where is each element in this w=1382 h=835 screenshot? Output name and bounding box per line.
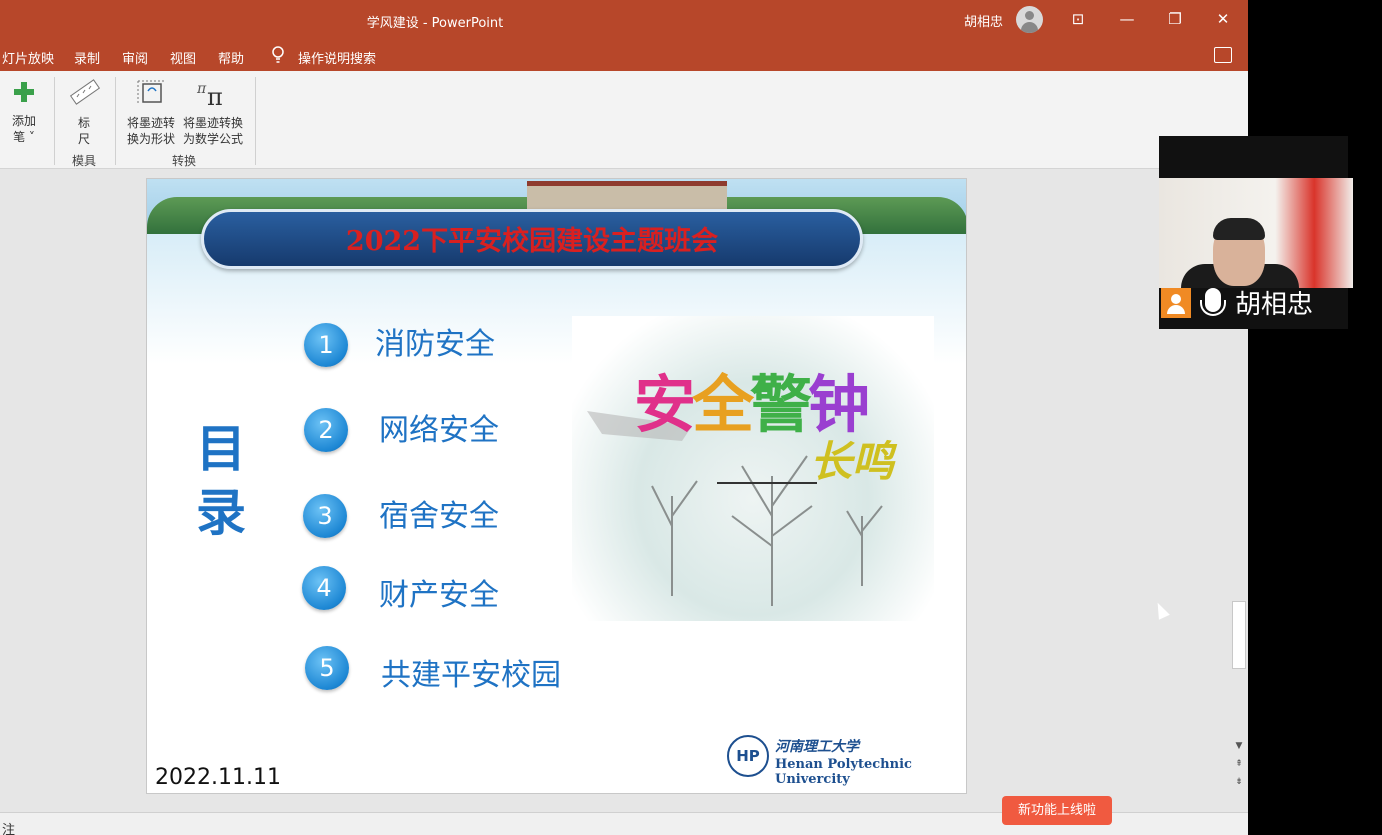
ink-to-math-label-1: 将墨迹转换 bbox=[182, 116, 243, 130]
notes-label[interactable]: 注 bbox=[2, 819, 15, 835]
slide-building bbox=[527, 181, 727, 211]
ribbon: 添加 笔 ˅ 标 尺 模具 将墨迹转 换为形状 π π 将墨迹转换 为数学公式 … bbox=[0, 71, 1248, 169]
slide-date: 2022.11.11 bbox=[155, 765, 281, 790]
ink-to-math-label-2: 为数学公式 bbox=[182, 132, 243, 146]
lightbulb-icon bbox=[272, 46, 284, 63]
toc-heading-char-2: 录 bbox=[196, 484, 246, 542]
ink-to-shape-label-2: 换为形状 bbox=[126, 132, 175, 146]
ink-to-shape-label-1: 将墨迹转 bbox=[126, 116, 175, 130]
toc-number-4: 4 bbox=[302, 566, 346, 610]
previous-slide-icon[interactable]: ⇞ bbox=[1232, 757, 1246, 771]
tab-help[interactable]: 帮助 bbox=[218, 48, 244, 67]
tab-review[interactable]: 审阅 bbox=[122, 48, 148, 67]
ink-to-shape-icon bbox=[137, 80, 164, 105]
university-name-cn: 河南理工大学 bbox=[775, 739, 859, 755]
maximize-button[interactable]: ❐ bbox=[1163, 8, 1187, 30]
toc-item-4: 财产安全 bbox=[379, 578, 499, 613]
ribbon-divider bbox=[115, 77, 116, 165]
ribbon-divider bbox=[255, 77, 256, 165]
host-badge-icon bbox=[1161, 288, 1191, 318]
participant-video[interactable]: 胡相忠 bbox=[1159, 136, 1353, 329]
account-avatar-icon[interactable] bbox=[1016, 6, 1043, 33]
add-pen-label-2: 笔 ˅ bbox=[13, 130, 35, 144]
ruler-label-1: 标 bbox=[77, 116, 90, 130]
illus-dash bbox=[717, 482, 817, 484]
university-logo-icon: HP bbox=[727, 735, 769, 777]
title-bar: 学风建设 - PowerPoint 胡相忠 ⊡ — ❐ ✕ bbox=[0, 0, 1248, 40]
new-feature-toast[interactable]: 新功能上线啦 bbox=[1002, 796, 1112, 825]
toc-item-3: 宿舍安全 bbox=[379, 499, 499, 534]
next-slide-icon[interactable]: ⇟ bbox=[1232, 775, 1246, 789]
safety-illustration: 安全警钟 长鸣 bbox=[572, 316, 934, 621]
svg-text:π: π bbox=[196, 81, 207, 97]
toc-item-2: 网络安全 bbox=[379, 413, 499, 448]
university-name-en: Henan Polytechnic Univercity bbox=[775, 757, 912, 787]
ribbon-display-options-icon[interactable]: ⊡ bbox=[1066, 8, 1090, 30]
svg-text:π: π bbox=[207, 83, 223, 109]
toc-number-1: 1 bbox=[304, 323, 348, 367]
ruler-icon bbox=[69, 79, 101, 105]
microphone-stand-icon bbox=[1200, 300, 1226, 316]
scrollbar-thumb[interactable] bbox=[1232, 601, 1246, 669]
ink-to-math-button[interactable]: π π 将墨迹转换 为数学公式 bbox=[180, 77, 246, 147]
participant-name: 胡相忠 bbox=[1235, 290, 1314, 320]
close-button[interactable]: ✕ bbox=[1211, 8, 1235, 30]
tab-slideshow[interactable]: 灯片放映 bbox=[2, 48, 54, 67]
group-label-convert: 转换 bbox=[172, 154, 197, 168]
toc-item-1: 消防安全 bbox=[375, 327, 495, 362]
ink-to-shape-button[interactable]: 将墨迹转 换为形状 bbox=[124, 77, 178, 147]
comments-icon[interactable] bbox=[1214, 47, 1232, 63]
toc-heading: 目 录 bbox=[193, 417, 249, 545]
account-name[interactable]: 胡相忠 bbox=[964, 11, 1003, 30]
tell-me-search[interactable]: 操作说明搜索 bbox=[298, 48, 376, 67]
mouse-cursor-icon bbox=[1152, 600, 1170, 620]
scroll-down-icon[interactable]: ▼ bbox=[1232, 739, 1246, 753]
ribbon-divider bbox=[54, 77, 55, 165]
toc-item-5: 共建平安校园 bbox=[381, 658, 561, 693]
pi-math-icon: π π bbox=[196, 81, 223, 111]
video-person-hair bbox=[1213, 218, 1265, 240]
ruler-button[interactable]: 标 尺 bbox=[66, 77, 102, 147]
window-title: 学风建设 - PowerPoint bbox=[366, 16, 504, 31]
add-pen-label-1: 添加 bbox=[11, 114, 36, 128]
illus-subtitle: 长鸣 bbox=[810, 437, 895, 486]
toc-number-2: 2 bbox=[304, 408, 348, 452]
tab-view[interactable]: 视图 bbox=[170, 48, 196, 67]
slide-title: 2022下平安校园建设主题班会 bbox=[345, 226, 719, 257]
ruler-label-2: 尺 bbox=[77, 132, 90, 146]
powerpoint-window: 学风建设 - PowerPoint 胡相忠 ⊡ — ❐ ✕ 灯片放映 录制 审阅… bbox=[0, 0, 1248, 835]
group-label-stencils: 模具 bbox=[72, 154, 97, 168]
ribbon-tabs: 灯片放映 录制 审阅 视图 帮助 操作说明搜索 bbox=[0, 40, 1248, 71]
add-pen-button[interactable]: 添加 笔 ˅ bbox=[8, 81, 40, 145]
tab-record[interactable]: 录制 bbox=[74, 48, 100, 67]
plus-icon bbox=[14, 82, 34, 102]
slide-canvas[interactable]: 2022下平安校园建设主题班会 目 录 1 消防安全 2 网络安全 3 宿舍安全… bbox=[146, 178, 967, 794]
toc-number-3: 3 bbox=[303, 494, 347, 538]
minimize-button[interactable]: — bbox=[1115, 8, 1139, 30]
toc-number-5: 5 bbox=[305, 646, 349, 690]
toc-heading-char-1: 目 bbox=[196, 420, 246, 478]
